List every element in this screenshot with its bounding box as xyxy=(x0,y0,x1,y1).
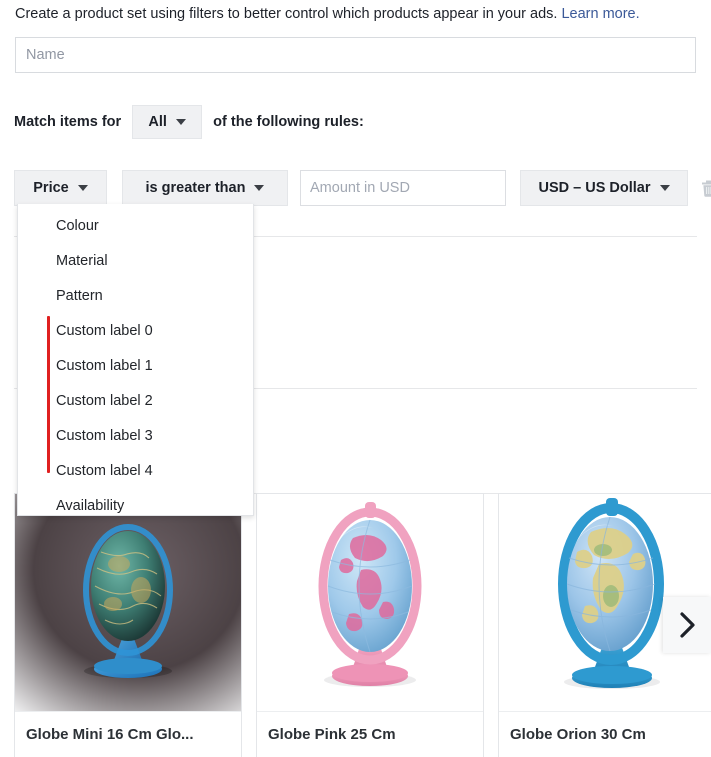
page-description: Create a product set using filters to be… xyxy=(15,4,640,24)
match-type-select[interactable]: All xyxy=(132,105,203,139)
rule-attribute-value: Price xyxy=(33,180,69,196)
dropdown-item-pattern[interactable]: Pattern xyxy=(18,279,253,314)
chevron-down-icon xyxy=(175,119,186,125)
dropdown-item-custom-label-1[interactable]: Custom label 1 xyxy=(18,349,253,384)
dropdown-item-availability[interactable]: Availability xyxy=(18,489,253,515)
product-title: Globe Pink 25 Cm xyxy=(257,711,483,757)
match-items-row: Match items for All of the following rul… xyxy=(14,105,364,139)
chevron-right-icon xyxy=(680,612,695,638)
match-type-value: All xyxy=(148,114,167,130)
dropdown-item-custom-label-0[interactable]: Custom label 0 xyxy=(18,314,253,349)
rule-operator-value: is greater than xyxy=(145,180,246,196)
dropdown-item-custom-label-3[interactable]: Custom label 3 xyxy=(18,419,253,454)
product-set-filter-page: Create a product set using filters to be… xyxy=(0,0,711,757)
globe-dark-mini-image xyxy=(15,494,241,711)
description-text: Create a product set using filters to be… xyxy=(15,6,562,22)
product-preview-carousel: Globe Mini 16 Cm Glo... Globe Pink 25 Cm… xyxy=(14,493,711,757)
globe-pink-image xyxy=(257,494,483,711)
dropdown-item-custom-label-2[interactable]: Custom label 2 xyxy=(18,384,253,419)
product-title: Globe Mini 16 Cm Glo... xyxy=(15,711,241,757)
rule-currency-value: USD – US Dollar xyxy=(538,180,651,196)
annotation-red-bar xyxy=(47,316,50,473)
match-items-label: Match items for xyxy=(14,114,122,130)
chevron-down-icon xyxy=(254,185,265,191)
carousel-next-button[interactable] xyxy=(663,597,711,653)
product-title: Globe Orion 30 Cm xyxy=(499,711,711,757)
product-set-name-input[interactable] xyxy=(15,37,696,73)
rule-operator-select[interactable]: is greater than xyxy=(122,170,288,206)
product-thumbnail xyxy=(15,494,241,711)
match-items-suffix: of the following rules: xyxy=(213,114,364,130)
chevron-down-icon xyxy=(77,185,88,191)
rule-attribute-dropdown-menu[interactable]: Colour Material Pattern Custom label 0 C… xyxy=(17,204,254,516)
chevron-down-icon xyxy=(659,185,670,191)
product-card[interactable]: Globe Mini 16 Cm Glo... xyxy=(14,493,242,757)
dropdown-item-colour[interactable]: Colour xyxy=(18,209,253,244)
dropdown-list: Colour Material Pattern Custom label 0 C… xyxy=(18,204,253,515)
learn-more-link[interactable]: Learn more. xyxy=(561,6,639,22)
rule-amount-input[interactable] xyxy=(300,170,506,206)
trash-icon xyxy=(701,180,711,197)
dropdown-item-material[interactable]: Material xyxy=(18,244,253,279)
product-card[interactable]: Globe Pink 25 Cm xyxy=(256,493,484,757)
product-thumbnail xyxy=(257,494,483,711)
rule-attribute-select[interactable]: Price xyxy=(14,170,107,206)
dropdown-item-custom-label-4[interactable]: Custom label 4 xyxy=(18,454,253,489)
rule-currency-select[interactable]: USD – US Dollar xyxy=(520,170,688,206)
delete-rule-button[interactable] xyxy=(697,170,711,206)
